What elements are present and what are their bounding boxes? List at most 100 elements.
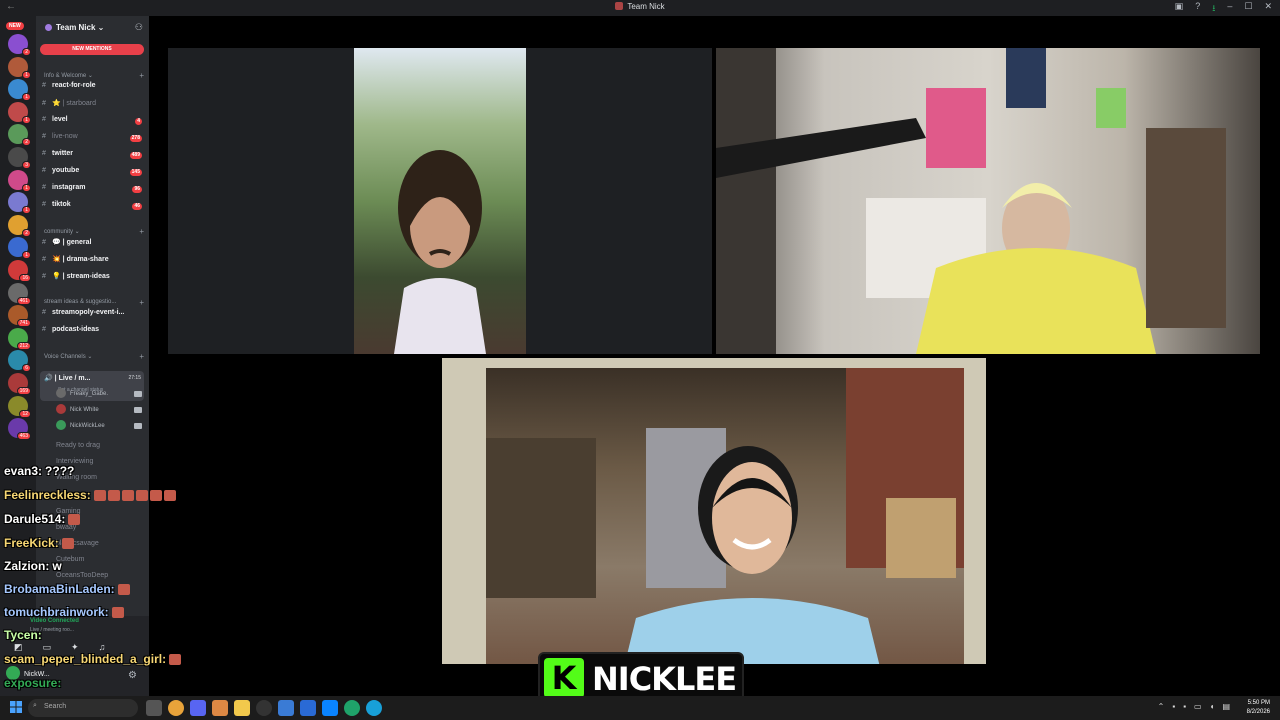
add-channel-icon[interactable]: + <box>139 298 144 307</box>
add-channel-icon[interactable]: + <box>139 71 144 80</box>
category-voice[interactable]: Voice Channels ⌄ + <box>44 352 144 361</box>
obs-icon[interactable] <box>256 700 272 716</box>
channel-item[interactable]: # ⭐ | starboard <box>42 99 144 113</box>
inbox-icon[interactable]: ▣ <box>1175 1 1184 17</box>
taskbar-clock[interactable]: 5:50 PM 8/2/2026 <box>1247 699 1270 717</box>
emote-icon <box>169 654 182 665</box>
voice-channel-item[interactable]: Ready to drag <box>56 442 100 449</box>
tray-app-icon[interactable]: ▪ <box>1172 702 1175 711</box>
add-channel-icon[interactable]: + <box>139 352 144 361</box>
channel-item[interactable]: # level 4 <box>42 116 144 130</box>
chat-message: BrobamaBinLaden: <box>4 582 132 596</box>
channel-name: live-now <box>52 133 78 140</box>
settings-gear-icon[interactable]: ⚙ <box>128 670 137 681</box>
channel-item[interactable]: # 💡 | stream-ideas <box>42 272 144 286</box>
server-icon[interactable]: 3 <box>8 147 31 169</box>
mention-badge: 741 <box>16 319 31 328</box>
channel-item[interactable]: # streamopoly-event-i... <box>42 309 144 323</box>
edge-icon[interactable] <box>344 700 360 716</box>
edge-icon[interactable] <box>366 700 382 716</box>
server-icon[interactable]: 169 <box>8 373 31 395</box>
emote-icon <box>121 490 134 501</box>
app-icon[interactable] <box>278 700 294 716</box>
close-button[interactable]: ✕ <box>1264 1 1272 17</box>
chat-username: Tycen: <box>4 628 42 642</box>
channel-item[interactable]: # twitter 489 <box>42 150 144 164</box>
voice-user[interactable]: NickWickLee <box>56 420 144 434</box>
voice-user-name: Nick White <box>70 407 99 413</box>
chat-message: evan3:???? <box>4 464 74 478</box>
server-icon[interactable]: 1 <box>8 192 31 215</box>
search-icon: ⌕ <box>33 702 37 709</box>
voice-user[interactable]: Nick White <box>56 404 144 418</box>
video-feed <box>354 48 526 354</box>
video-tile-guest-1[interactable] <box>168 48 712 354</box>
server-icon[interactable]: 461 <box>8 282 31 305</box>
server-icon[interactable]: 6 <box>8 350 31 373</box>
discord-icon[interactable] <box>190 700 206 716</box>
notification-icon[interactable]: ▤ <box>1222 702 1230 711</box>
windows-start-icon[interactable] <box>10 701 22 713</box>
mention-badge: 6 <box>22 364 31 373</box>
emote-icon <box>93 490 106 501</box>
category-stream-ideas[interactable]: stream ideas & suggestio... + <box>44 298 144 307</box>
video-tile-host[interactable] <box>442 358 986 664</box>
network-icon[interactable]: ▭ <box>1194 702 1202 711</box>
chrome-icon[interactable] <box>168 700 184 716</box>
server-icon[interactable]: 741 <box>8 305 31 328</box>
category-info[interactable]: Info & Welcome ⌄ + <box>44 71 144 80</box>
help-icon[interactable]: ? <box>1195 1 1200 17</box>
server-icon[interactable]: 1 <box>8 56 31 79</box>
server-icon[interactable]: 1 <box>8 79 31 102</box>
kick-logo: K <box>544 658 584 698</box>
server-header[interactable]: Team Nick ⌄ ⚇ <box>36 16 149 40</box>
voice-user[interactable]: Freaky_Gabe. <box>56 388 144 402</box>
camera-icon <box>134 407 142 413</box>
download-icon[interactable]: ⭳ <box>1212 1 1215 17</box>
server-icon[interactable]: 212 <box>8 327 31 350</box>
channel-item[interactable]: # instagram 96 <box>42 184 144 198</box>
taskbar-search[interactable]: ⌕ Search <box>28 699 138 717</box>
new-mentions-banner[interactable]: NEW MENTIONS <box>40 44 144 55</box>
category-community[interactable]: community ⌄ + <box>44 227 144 236</box>
server-icon[interactable]: 2 <box>8 124 31 147</box>
video-tile-guest-2[interactable] <box>716 48 1260 354</box>
voice-channel-item[interactable]: OceansTooDeep <box>56 572 108 579</box>
server-icon[interactable]: 1 <box>8 101 31 124</box>
server-icon[interactable]: 463 <box>8 418 31 441</box>
channel-item[interactable]: # 💬 | general <box>42 238 144 252</box>
server-icon[interactable]: 12 <box>8 395 31 418</box>
hash-icon: # <box>42 82 46 89</box>
app-icon[interactable] <box>300 700 316 716</box>
server-icon[interactable]: 2 <box>8 34 31 56</box>
server-icon[interactable]: 16 <box>8 260 31 282</box>
tray-app-icon[interactable]: ▪ <box>1183 702 1186 711</box>
channel-item[interactable]: # live-now 278 <box>42 133 144 147</box>
app-icon[interactable] <box>322 700 338 716</box>
channel-item[interactable]: # youtube 145 <box>42 167 144 181</box>
unread-count-badge: 46 <box>132 203 142 210</box>
explorer-icon[interactable] <box>234 700 250 716</box>
volume-icon[interactable]: ◖ <box>1210 702 1215 711</box>
maximize-button[interactable]: ☐ <box>1244 1 1252 17</box>
channel-item[interactable]: # tiktok 46 <box>42 201 144 215</box>
task-view-icon[interactable] <box>146 700 162 716</box>
add-member-icon[interactable]: ⚇ <box>135 22 143 33</box>
new-badge: NEW <box>6 22 24 30</box>
avatar <box>56 388 66 398</box>
channel-name: instagram <box>52 184 86 191</box>
chat-message: Zalzion: w <box>4 559 62 573</box>
server-icon[interactable]: 1 <box>8 169 31 192</box>
tray-chevron-icon[interactable]: ⌃ <box>1158 702 1165 711</box>
channel-name: ⭐ | starboard <box>52 100 96 107</box>
channel-item[interactable]: # react-for-role <box>42 82 144 96</box>
channel-item[interactable]: # 💥 | drama-share <box>42 255 144 269</box>
chat-username: exposure: <box>4 676 62 690</box>
app-icon[interactable] <box>212 700 228 716</box>
add-channel-icon[interactable]: + <box>139 227 144 236</box>
channel-item[interactable]: # podcast-ideas <box>42 326 144 340</box>
hash-icon: # <box>42 150 46 157</box>
server-icon[interactable]: 2 <box>8 214 31 237</box>
minimize-button[interactable]: – <box>1227 1 1232 17</box>
server-icon[interactable]: 1 <box>8 237 31 260</box>
